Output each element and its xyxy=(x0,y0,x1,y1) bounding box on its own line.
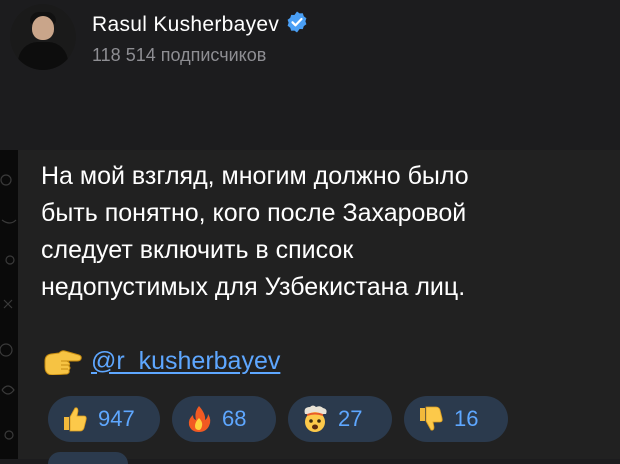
reaction-thumbs-up[interactable]: 947 xyxy=(48,396,160,442)
reaction-thumbs-down[interactable]: 16 xyxy=(404,396,508,442)
message-link-row: @r_kusherbayev xyxy=(41,343,280,379)
chat-background-pattern xyxy=(0,150,18,459)
reaction-count: 16 xyxy=(454,406,479,431)
thumbs-up-icon xyxy=(64,407,87,432)
thumbs-down-icon xyxy=(420,406,443,431)
channel-title[interactable]: Rasul Kusherbayev xyxy=(92,10,309,37)
reaction-more[interactable] xyxy=(48,452,128,464)
channel-header: Rasul Kusherbayev 118 514 подписчиков xyxy=(0,0,620,140)
reaction-count: 68 xyxy=(222,406,247,431)
avatar-body xyxy=(18,42,68,70)
avatar-head xyxy=(32,16,54,40)
avatar[interactable] xyxy=(10,4,76,70)
exploding-head-icon xyxy=(304,405,327,432)
channel-name-text: Rasul Kusherbayev xyxy=(92,13,280,36)
reaction-exploding-head[interactable]: 27 xyxy=(288,396,392,442)
message-text: На мой взгляд, многим должно было быть п… xyxy=(41,158,601,306)
message-line: быть понятно, кого после Захаровой xyxy=(41,199,467,227)
reaction-count: 947 xyxy=(98,406,135,431)
message-line: На мой взгляд, многим должно было xyxy=(41,162,469,190)
fire-icon xyxy=(188,406,211,432)
reactions-bar: 947 68 27 16 xyxy=(48,396,508,442)
channel-mention-link[interactable]: @r_kusherbayev xyxy=(91,347,280,376)
message-line: недопустимых для Узбекистана лиц. xyxy=(41,273,466,301)
message-line: следует включить в список xyxy=(41,236,354,264)
reaction-fire[interactable]: 68 xyxy=(172,396,276,442)
reaction-count: 27 xyxy=(338,406,363,431)
verified-badge-icon xyxy=(287,11,307,33)
subscriber-count: 118 514 подписчиков xyxy=(92,45,267,65)
backhand-index-pointing-right-icon xyxy=(44,350,82,375)
